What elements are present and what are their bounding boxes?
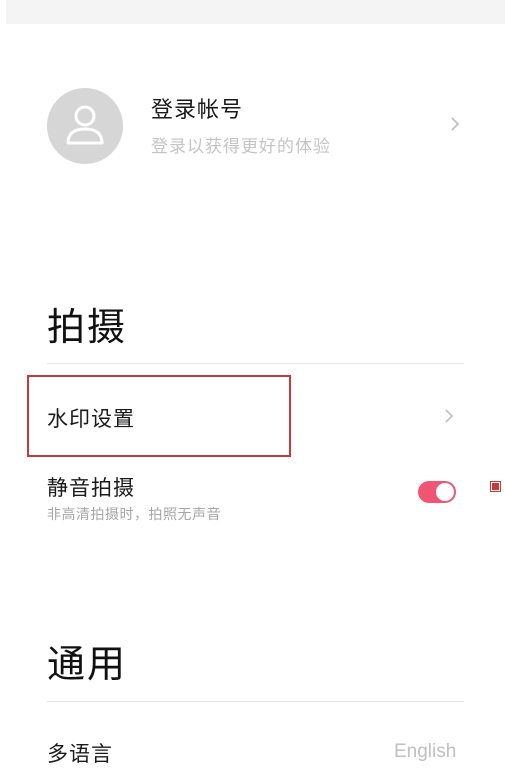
chevron-right-icon <box>451 117 460 131</box>
login-account-row[interactable]: 登录帐号 登录以获得更好的体验 <box>0 80 505 170</box>
language-value: English <box>394 741 457 762</box>
login-subtitle: 登录以获得更好的体验 <box>151 137 331 157</box>
silent-shooting-description: 非高清拍摄时，拍照无声音 <box>47 507 221 523</box>
divider <box>47 701 464 702</box>
section-title-general: 通用 <box>47 642 128 686</box>
marker-dot <box>490 481 501 492</box>
silent-shooting-label: 静音拍摄 <box>47 476 135 500</box>
login-title: 登录帐号 <box>151 98 244 123</box>
settings-page: 登录帐号 登录以获得更好的体验 拍摄 水印设置 静音拍摄 非高清拍摄时，拍照无声… <box>0 0 505 778</box>
user-icon <box>66 105 104 145</box>
language-row[interactable]: 多语言 English <box>0 722 505 772</box>
watermark-settings-row[interactable]: 水印设置 <box>0 376 505 456</box>
watermark-settings-label: 水印设置 <box>47 407 135 431</box>
chevron-right-icon <box>445 409 454 423</box>
silent-shooting-toggle[interactable] <box>418 481 456 503</box>
top-bar <box>6 0 505 24</box>
language-label: 多语言 <box>47 742 113 766</box>
toggle-knob <box>436 483 454 501</box>
avatar <box>47 88 123 164</box>
section-title-shoot: 拍摄 <box>47 305 128 349</box>
divider <box>47 363 464 364</box>
silent-shooting-row: 静音拍摄 非高清拍摄时，拍照无声音 <box>0 468 505 528</box>
